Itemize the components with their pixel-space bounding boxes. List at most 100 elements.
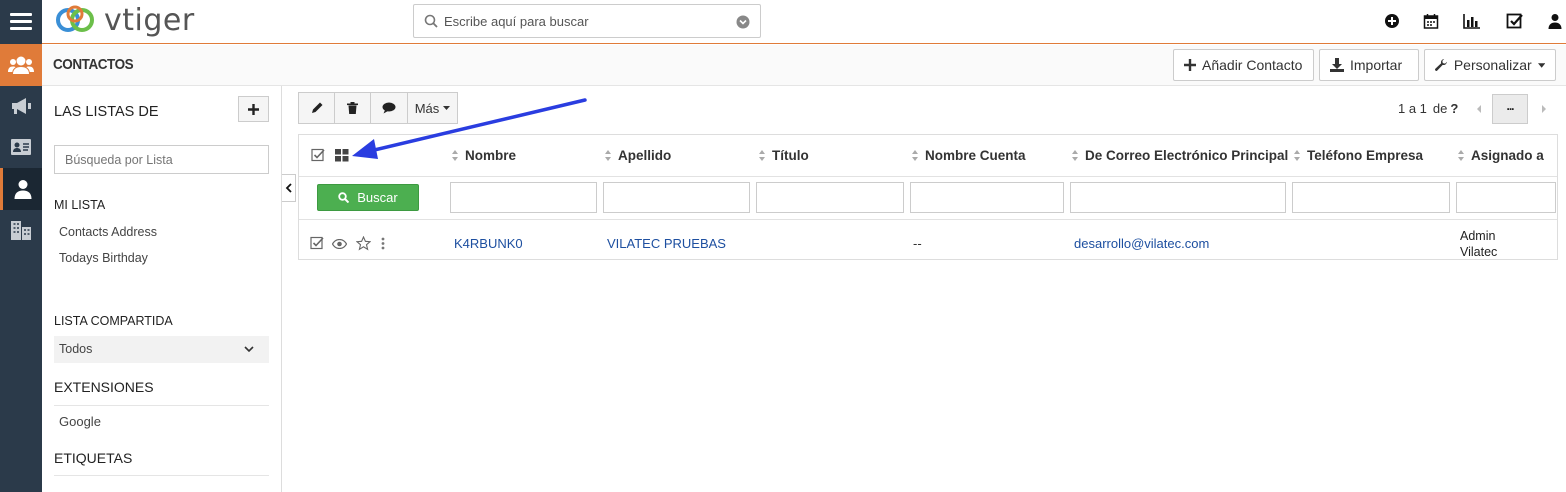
cell-correo[interactable]: desarrollo@vilatec.com [1074,236,1209,251]
column-header-label: Nombre Cuenta [925,148,1026,163]
column-header-label: Apellido [618,148,672,163]
top-bar: vtiger [0,0,1566,44]
user-icon [14,180,31,199]
vtiger-logo[interactable]: vtiger [54,2,195,38]
row-checkbox[interactable] [310,236,325,251]
sort-icon [1072,150,1079,161]
customize-button[interactable]: Personalizar [1424,49,1556,81]
column-header-label: De Correo Electrónico Principal [1085,148,1289,163]
global-search[interactable] [413,4,761,38]
ellipsis-icon: ... [1506,99,1514,113]
select-all-checkbox[interactable] [311,148,326,163]
global-search-input[interactable] [444,11,734,31]
quick-create-icon[interactable] [1381,10,1403,32]
logo-text: vtiger [104,2,195,38]
column-header-label: Teléfono Empresa [1307,148,1424,163]
download-icon [1330,58,1344,72]
list-search-field[interactable] [54,145,269,174]
lists-heading: LAS LISTAS DE [54,104,159,120]
collapse-sidebar-button[interactable] [282,174,296,202]
column-header-label: Asignado a [1471,148,1544,163]
shared-list-dropdown[interactable]: Todos [54,336,269,363]
divider [54,475,269,476]
list-item[interactable]: Todays Birthday [59,251,148,265]
filter-titulo-input[interactable] [756,182,904,213]
rail-contacts-active[interactable] [0,168,42,210]
chevron-left-icon [285,183,292,193]
cell-apellido[interactable]: VILATEC PRUEBAS [607,236,726,251]
column-header-correo[interactable]: De Correo Electrónico Principal [1072,148,1288,163]
calendar-icon[interactable] [1420,10,1442,32]
page-jump-button[interactable]: ... [1492,94,1528,124]
filter-apellido-input[interactable] [603,182,750,213]
search-icon [338,192,350,203]
sort-icon [912,150,919,161]
rail-contacts-card[interactable] [0,127,42,167]
list-item[interactable]: Contacts Address [59,225,157,239]
filter-telefono-input[interactable] [1292,182,1450,213]
chevron-down-circle-icon[interactable] [736,15,750,29]
rail-organizations[interactable] [0,210,42,250]
rail-marketing[interactable] [0,86,42,126]
kebab-menu-icon[interactable] [381,237,385,250]
annotation-arrow [352,98,587,159]
plus-icon [248,103,259,115]
column-header-nombre-cuenta[interactable]: Nombre Cuenta [912,148,1026,163]
cell-nombre[interactable]: K4RBUNK0 [454,236,523,251]
add-list-button[interactable] [238,96,269,122]
column-header-telefono[interactable]: Teléfono Empresa [1294,148,1423,163]
megaphone-icon [12,98,31,114]
my-list-heading: MI LISTA [54,198,106,212]
star-icon[interactable] [356,236,371,251]
pagination-info: 1 a 1 de ? [1398,101,1458,116]
shared-list-selected: Todos [59,342,93,356]
cell-asignado-line2: Vilatec [1460,245,1498,259]
tasks-check-icon[interactable] [1504,10,1526,32]
prev-page-button[interactable] [1465,94,1493,124]
chevron-left-icon [1477,105,1481,113]
import-label: Importar [1350,57,1403,73]
filter-correo-input[interactable] [1070,182,1286,213]
sort-icon [1458,150,1465,161]
plus-icon [1184,59,1196,71]
reports-chart-icon[interactable] [1461,10,1483,32]
caret-down-icon [1537,62,1545,68]
filter-nombre-input[interactable] [450,182,597,213]
search-icon [424,14,438,28]
pagination-range: 1 a 1 [1398,101,1427,116]
rail-contacts-group[interactable] [0,44,42,86]
column-header-apellido[interactable]: Apellido [605,148,671,163]
sort-icon [1294,150,1301,161]
search-button[interactable]: Buscar [317,184,419,211]
column-header-asignado[interactable]: Asignado a [1458,148,1544,163]
module-title[interactable]: CONTACTOS [53,56,134,73]
list-search-input[interactable] [65,152,260,168]
tags-heading: ETIQUETAS [54,450,133,466]
building-icon [11,221,31,240]
import-button[interactable]: Importar [1319,49,1419,81]
wrench-icon [1435,59,1447,71]
users-group-icon [8,56,34,74]
next-page-button[interactable] [1530,94,1558,124]
pencil-icon [311,102,322,113]
menu-icon[interactable] [0,0,42,44]
extension-item-google[interactable]: Google [59,414,101,429]
pagination-of: de [1432,101,1448,116]
eye-icon[interactable] [332,239,347,249]
vtiger-logo-icon [56,5,94,32]
shared-list-heading: LISTA COMPARTIDA [54,314,173,328]
list-sidebar: LAS LISTAS DE MI LISTA Contacts Address … [42,86,282,492]
chevron-down-icon [244,346,254,353]
user-profile-icon[interactable] [1544,10,1566,32]
add-contact-button[interactable]: Añadir Contacto [1173,49,1314,81]
table-row[interactable]: K4RBUNK0 VILATEC PRUEBAS -- desarrollo@v… [299,221,1557,259]
column-header-titulo[interactable]: Título [759,148,809,163]
filter-cuenta-input[interactable] [910,182,1064,213]
filter-asignado-input[interactable] [1456,182,1556,213]
sort-icon [605,150,612,161]
search-button-label: Buscar [357,190,398,205]
edit-button[interactable] [298,92,335,124]
extensions-heading: EXTENSIONES [54,379,154,395]
app-rail [0,44,42,492]
pagination-total[interactable]: ? [1450,101,1458,116]
